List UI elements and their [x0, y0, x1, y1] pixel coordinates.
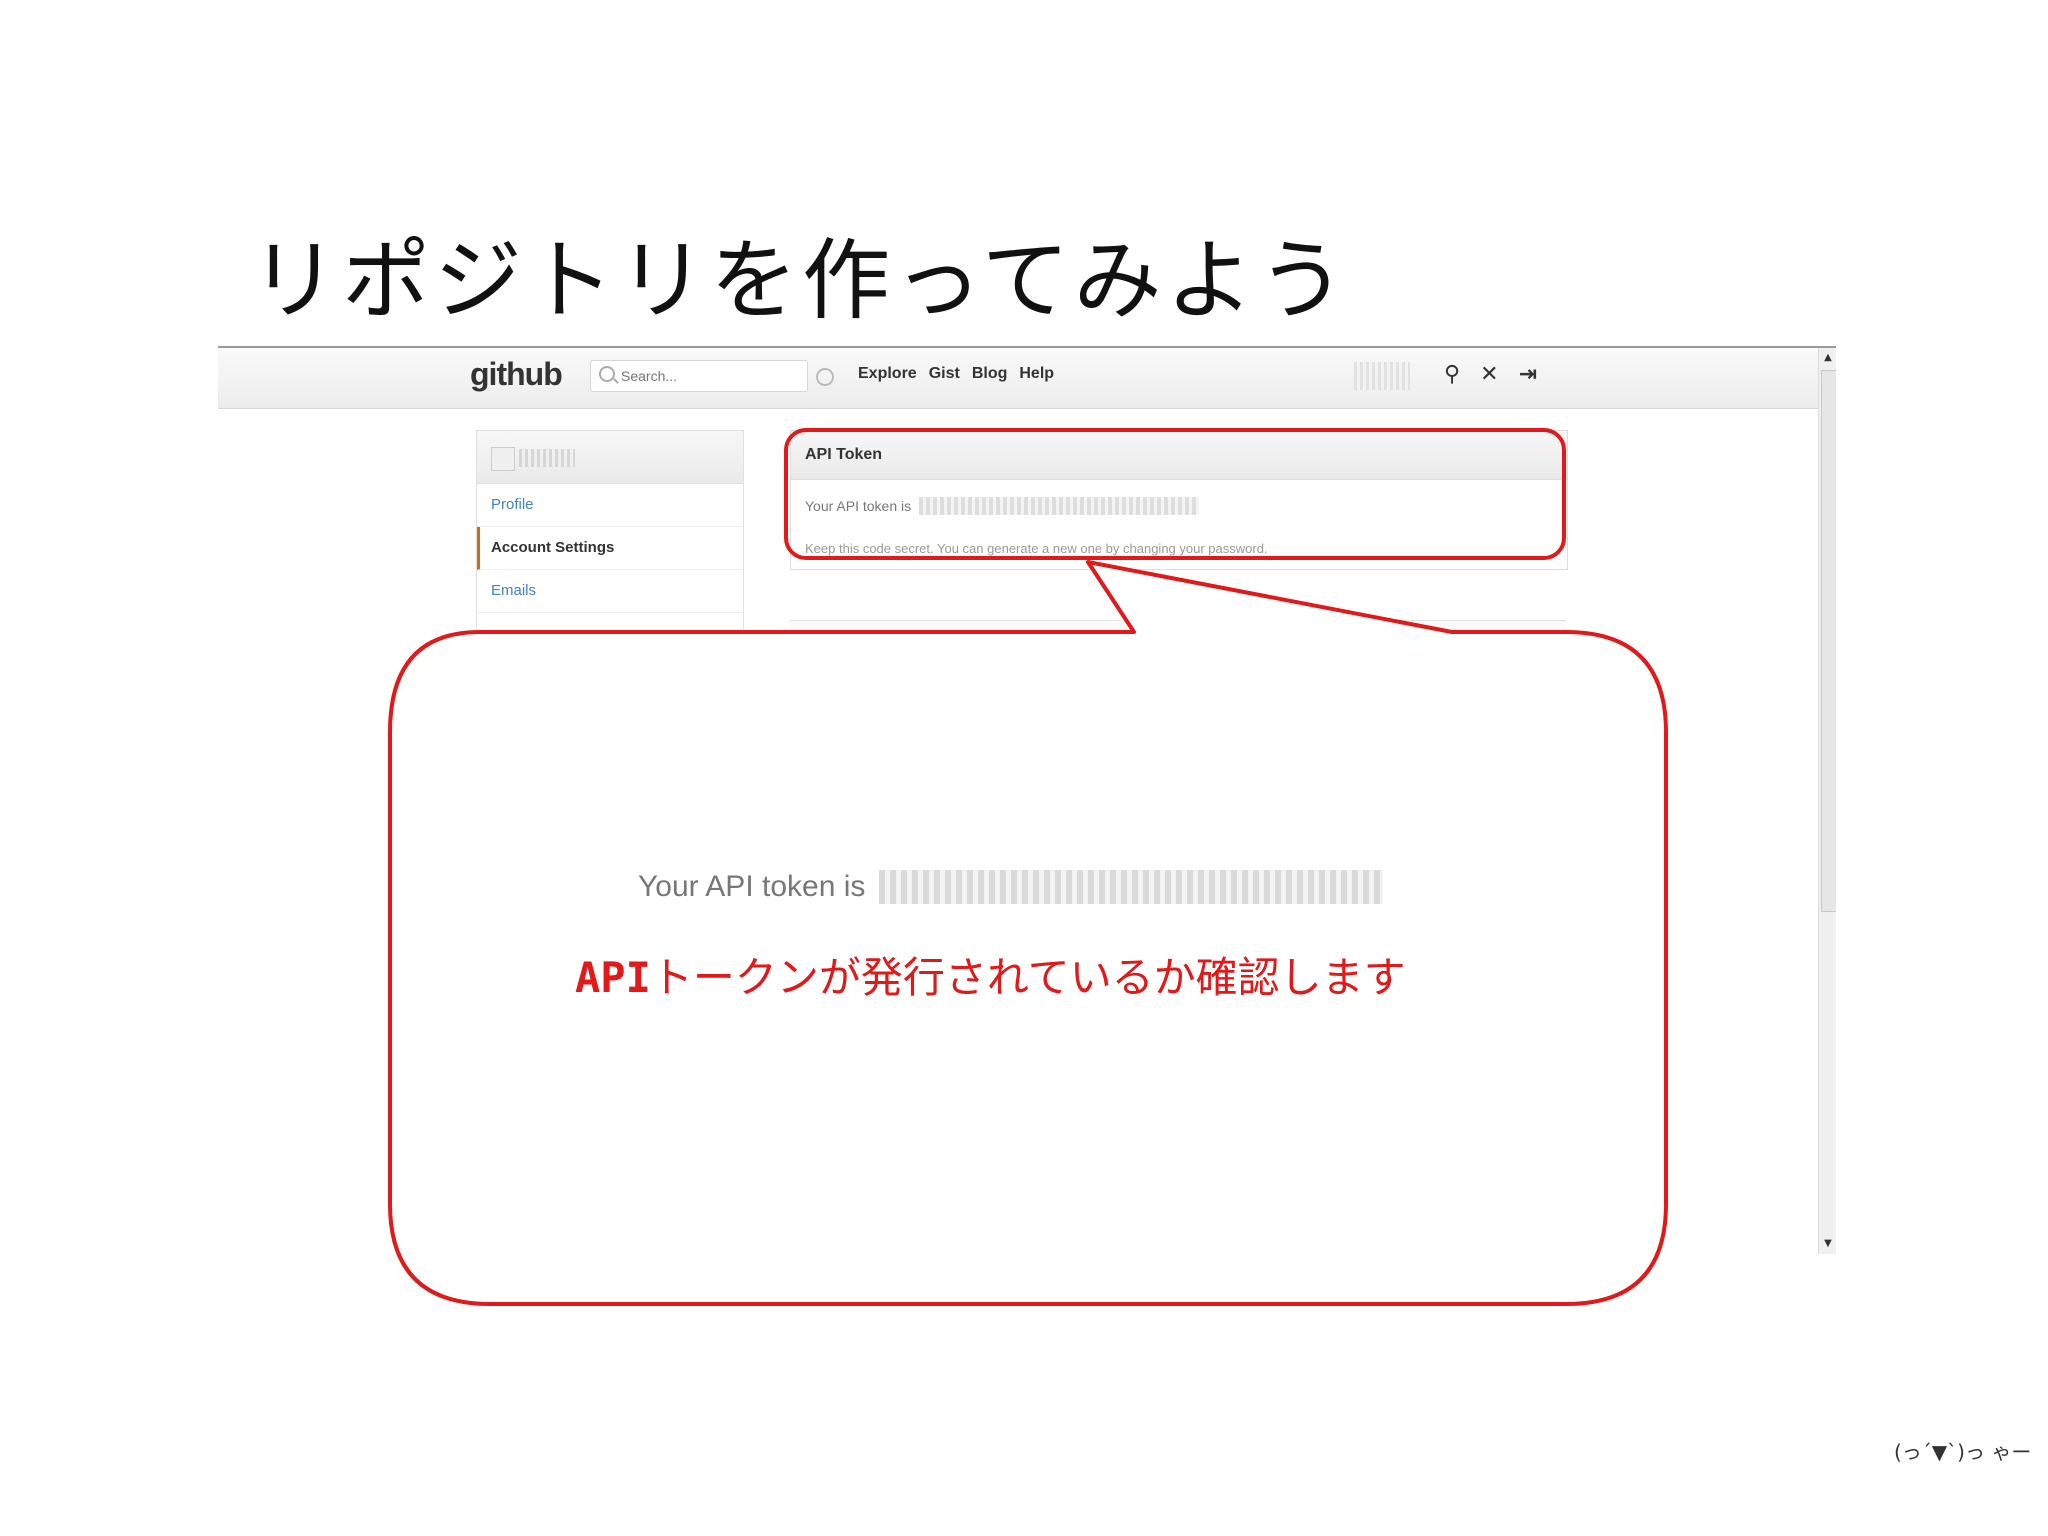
callout-message-rest: トークンが発行されているか確認します — [650, 953, 1406, 1002]
footer-mark: (っ´▼`)っ ゃー — [1894, 1440, 2032, 1464]
zoomed-api-token-line: Your API token is — [638, 870, 1384, 904]
callout-message-prefix: API — [575, 953, 651, 1002]
zoomed-api-token-label: Your API token is — [638, 870, 866, 903]
callout-message: APIトークンが発行されているか確認します — [575, 944, 1406, 1005]
zoomed-api-token-value-blurred — [879, 870, 1384, 904]
callout-content: Your API token is APIトークンが発行されているか確認します — [390, 632, 1666, 1304]
